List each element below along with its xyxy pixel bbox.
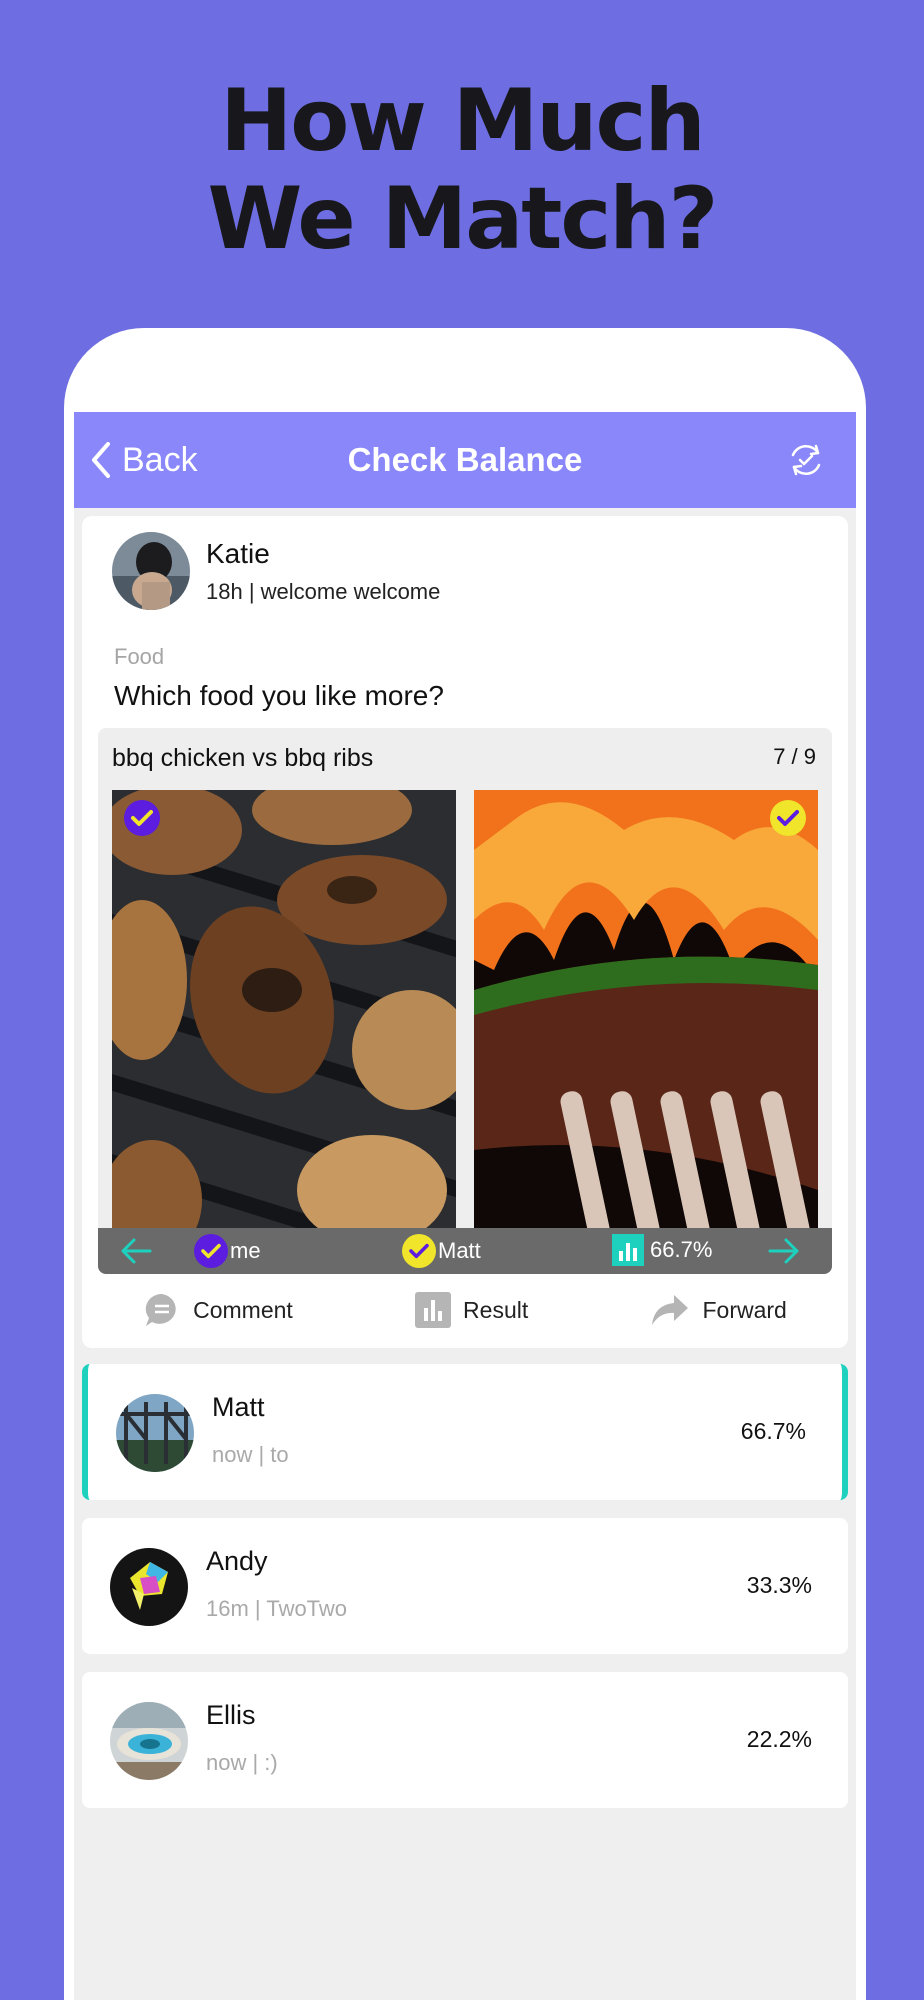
chevron-left-icon xyxy=(92,442,110,478)
match-percent: 66.7% xyxy=(650,1237,713,1262)
avatar[interactable] xyxy=(112,532,190,610)
match-name: Matt xyxy=(212,1392,265,1422)
author-name: Katie xyxy=(206,538,270,569)
comment-icon xyxy=(145,1293,176,1326)
comparison-title: bbq chicken vs bbq ribs xyxy=(112,744,374,772)
match-item[interactable]: Ellis now | :) 22.2% xyxy=(82,1672,848,1808)
post-actions: Comment Result Forward xyxy=(82,1286,848,1334)
avatar xyxy=(116,1394,194,1472)
match-meta: now | to xyxy=(212,1442,289,1467)
app-screen: Back Check Balance Katie 18h | welcome w… xyxy=(74,412,856,2000)
arrow-left-icon[interactable] xyxy=(120,1236,152,1266)
vote-matt: Matt xyxy=(402,1234,481,1268)
check-icon xyxy=(194,1234,228,1268)
match-percent: 33.3% xyxy=(746,1572,812,1598)
category-label: Food xyxy=(114,644,165,669)
question-text: Which food you like more? xyxy=(114,680,444,711)
match-name: Ellis xyxy=(206,1700,256,1730)
comparison-card: bbq chicken vs bbq ribs 7 / 9 me Matt 66… xyxy=(98,728,832,1274)
vote-me: me xyxy=(194,1234,261,1268)
check-icon xyxy=(402,1234,436,1268)
bar-chart-icon xyxy=(612,1234,644,1266)
headline: How Much We Match? xyxy=(0,72,924,268)
back-button[interactable]: Back xyxy=(88,440,198,480)
page-counter: 7 / 9 xyxy=(773,744,816,769)
option-image-left[interactable] xyxy=(112,790,456,1258)
selected-check-icon xyxy=(770,800,806,836)
headline-line-2: We Match? xyxy=(207,169,719,269)
match-percent: 22.2% xyxy=(746,1726,812,1752)
result-button[interactable]: Result xyxy=(415,1292,528,1328)
comment-label: Comment xyxy=(193,1296,293,1323)
option-image-right[interactable] xyxy=(474,790,818,1258)
avatar xyxy=(110,1702,188,1780)
refresh-icon[interactable] xyxy=(786,440,826,480)
selected-check-icon xyxy=(124,800,160,836)
navbar: Back Check Balance xyxy=(74,412,856,508)
avatar xyxy=(110,1548,188,1626)
result-label: Result xyxy=(463,1296,529,1323)
post-header: Katie 18h | welcome welcome xyxy=(112,532,440,610)
match-meta: now | :) xyxy=(206,1750,278,1775)
vote-me-label: me xyxy=(230,1238,261,1263)
match-stat: 66.7% xyxy=(612,1234,712,1266)
match-name: Andy xyxy=(206,1546,268,1576)
forward-icon xyxy=(652,1295,689,1325)
match-item[interactable]: Andy 16m | TwoTwo 33.3% xyxy=(82,1518,848,1654)
forward-label: Forward xyxy=(702,1296,787,1323)
post-meta: 18h | welcome welcome xyxy=(206,579,441,604)
back-label: Back xyxy=(122,440,198,479)
match-item[interactable]: Matt now | to 66.7% xyxy=(82,1364,848,1500)
forward-button[interactable]: Forward xyxy=(650,1293,787,1327)
bar-chart-icon xyxy=(415,1292,452,1328)
match-meta: 16m | TwoTwo xyxy=(206,1596,348,1621)
arrow-right-icon[interactable] xyxy=(768,1236,800,1266)
vote-matt-label: Matt xyxy=(438,1238,481,1263)
phone-frame: Back Check Balance Katie 18h | welcome w… xyxy=(64,328,866,2000)
vote-summary-bar: me Matt 66.7% xyxy=(98,1228,832,1274)
headline-line-1: How Much xyxy=(220,71,705,171)
match-percent: 66.7% xyxy=(740,1418,806,1444)
comment-button[interactable]: Comment xyxy=(143,1291,293,1329)
post-card: Katie 18h | welcome welcome Food Which f… xyxy=(82,516,848,1348)
